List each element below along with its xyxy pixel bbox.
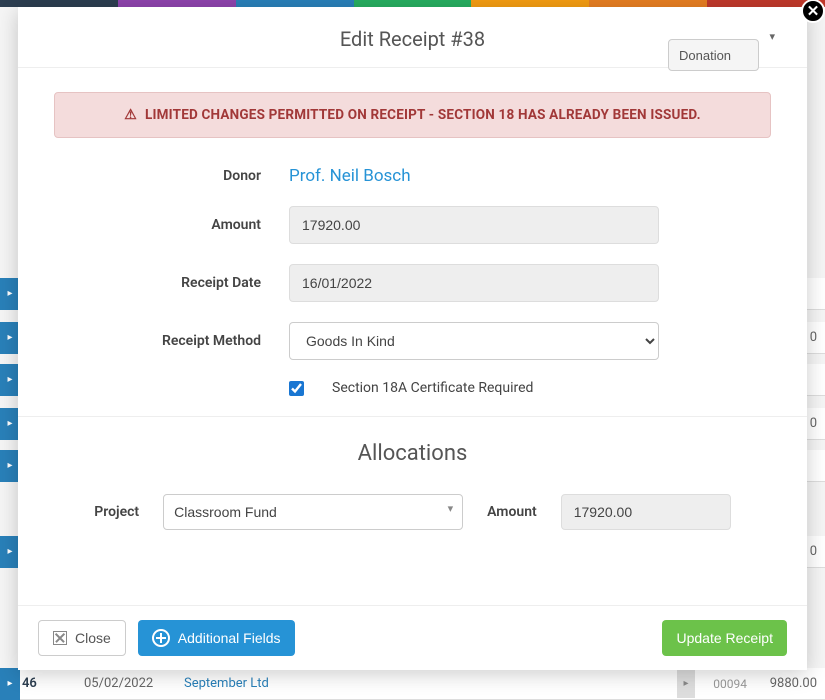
allocations-heading: Allocations: [54, 441, 771, 466]
warning-banner: ⚠ LIMITED CHANGES PERMITTED ON RECEIPT -…: [54, 92, 771, 138]
donor-link[interactable]: Prof. Neil Bosch: [289, 166, 411, 186]
close-box-icon: [53, 631, 67, 645]
donor-label: Donor: [54, 168, 289, 184]
update-receipt-button[interactable]: Update Receipt: [662, 620, 787, 656]
allocation-row: Project Classroom Fund Amount: [54, 494, 771, 530]
receipt-method-select[interactable]: Goods In Kind: [289, 322, 659, 360]
plus-circle-icon: [152, 629, 170, 647]
modal-header: Edit Receipt #38 Donation: [18, 7, 807, 68]
row-code: 00094: [713, 677, 747, 691]
row-number: 46: [20, 676, 44, 691]
amount-label: Amount: [54, 217, 289, 233]
edit-receipt-modal: Edit Receipt #38 Donation ⚠ LIMITED CHAN…: [18, 7, 807, 670]
close-button[interactable]: Close: [38, 620, 126, 656]
close-button-label: Close: [75, 630, 111, 646]
warning-icon: ⚠: [124, 107, 137, 123]
s18a-checkbox[interactable]: [289, 381, 304, 396]
row-date: 05/02/2022: [44, 676, 184, 691]
additional-fields-button[interactable]: Additional Fields: [138, 620, 295, 656]
project-label: Project: [94, 504, 139, 520]
s18a-label[interactable]: Section 18A Certificate Required: [332, 380, 533, 396]
color-stripe: [0, 0, 825, 7]
alloc-amount-label: Amount: [487, 504, 537, 520]
project-select[interactable]: Classroom Fund: [163, 494, 463, 530]
table-row: ▸ 46 05/02/2022 September Ltd ▸ 00094 98…: [0, 668, 825, 700]
receipt-date-field: [289, 264, 659, 302]
modal-title: Edit Receipt #38: [340, 27, 485, 51]
amount-field: [289, 206, 659, 244]
additional-fields-label: Additional Fields: [178, 630, 281, 646]
update-receipt-label: Update Receipt: [676, 630, 773, 646]
row-amount: 9880.00: [770, 676, 817, 691]
modal-footer: Close Additional Fields Update Receipt: [18, 605, 807, 670]
alloc-amount-field: [561, 494, 731, 530]
receipt-date-label: Receipt Date: [54, 275, 289, 291]
divider: [18, 416, 807, 417]
modal-body: ⚠ LIMITED CHANGES PERMITTED ON RECEIPT -…: [18, 68, 807, 605]
receipt-method-label: Receipt Method: [54, 333, 289, 349]
close-icon[interactable]: ✕: [801, 0, 825, 23]
receipt-type-select[interactable]: Donation: [668, 39, 759, 71]
warning-text: LIMITED CHANGES PERMITTED ON RECEIPT - S…: [145, 107, 701, 123]
row-donor: September Ltd: [184, 676, 269, 691]
